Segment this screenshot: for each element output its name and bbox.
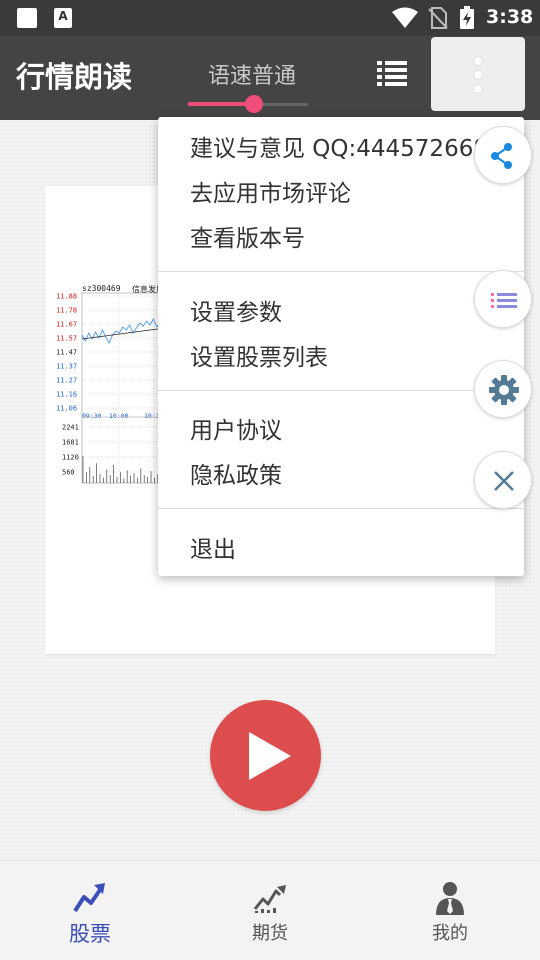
price-tick-label: 11.47 xyxy=(56,349,77,357)
price-tick-label: 11.67 xyxy=(56,321,77,329)
play-icon xyxy=(249,732,291,780)
stock-chart-svg: 11.88 11.78 11.67 11.57 11.47 11.37 11.27 11.16… xyxy=(56,293,164,484)
status-bar: A 3:38 xyxy=(0,0,540,36)
bottom-nav: 股票 期货 我的 xyxy=(0,860,540,960)
menu-item-user-agreement[interactable]: 用户协议 xyxy=(190,411,282,445)
wifi-icon xyxy=(392,7,418,28)
user-icon xyxy=(436,882,464,915)
menu-item-exit[interactable]: 退出 xyxy=(190,530,236,564)
volume-tick-label: 1120 xyxy=(62,454,79,462)
share-button[interactable] xyxy=(474,126,532,184)
list-icon xyxy=(491,293,517,308)
nav-label: 我的 xyxy=(432,923,468,944)
volume-tick-label: 1681 xyxy=(62,439,79,447)
more-options-button[interactable] xyxy=(431,37,525,111)
menu-item-privacy-policy[interactable]: 隐私政策 xyxy=(190,456,282,490)
no-sim-icon xyxy=(428,7,448,29)
nav-item-stocks[interactable]: 股票 xyxy=(0,861,180,960)
menu-divider xyxy=(158,390,524,391)
list-icon[interactable] xyxy=(372,56,412,90)
play-button[interactable] xyxy=(210,700,321,811)
more-dot-icon xyxy=(474,85,482,93)
battery-charging-icon xyxy=(460,6,474,29)
more-dot-icon xyxy=(474,71,482,79)
more-dot-icon xyxy=(474,57,482,65)
price-tick-label: 11.57 xyxy=(56,335,77,343)
chart-stock-code: sz300469 xyxy=(82,284,121,293)
nav-label: 期货 xyxy=(252,923,288,944)
price-tick-label: 11.37 xyxy=(56,363,77,371)
price-tick-label: 11.78 xyxy=(56,307,77,315)
volume-tick-label: 560 xyxy=(62,469,75,477)
menu-item-feedback[interactable]: 建议与意见 QQ:444572668 xyxy=(190,129,488,163)
menu-item-rate-app[interactable]: 去应用市场评论 xyxy=(190,174,351,208)
gear-icon xyxy=(489,375,519,405)
menu-item-version[interactable]: 查看版本号 xyxy=(190,219,305,253)
speech-speed-label: 语速普通 xyxy=(208,64,297,89)
nav-item-futures[interactable]: 期货 xyxy=(180,861,360,960)
chart-line-icon xyxy=(253,885,286,913)
status-time: 3:38 xyxy=(486,6,534,28)
app-bar: 行情朗读 语速普通 xyxy=(0,36,540,120)
menu-divider xyxy=(158,508,524,509)
overflow-menu: 建议与意见 QQ:444572668 去应用市场评论 查看版本号 设置参数 设置… xyxy=(158,117,524,576)
notification-square-icon xyxy=(17,8,37,28)
price-tick-label: 11.16 xyxy=(56,391,77,399)
stock-chart-preview: 11.88 11.78 11.67 11.57 11.47 11.37 11.27 11.16… xyxy=(54,283,164,488)
font-a-icon: A xyxy=(54,8,72,28)
list-menu-button[interactable] xyxy=(474,270,532,328)
price-tick-label: 11.27 xyxy=(56,377,77,385)
settings-button[interactable] xyxy=(474,360,532,418)
trend-up-icon xyxy=(73,883,105,913)
nav-item-mine[interactable]: 我的 xyxy=(360,861,540,960)
page-title: 行情朗读 xyxy=(16,60,133,94)
price-tick-label: 11.06 xyxy=(56,405,77,413)
menu-divider xyxy=(158,271,524,272)
close-icon xyxy=(494,471,514,491)
nav-label: 股票 xyxy=(69,922,111,946)
close-button[interactable] xyxy=(474,451,532,509)
volume-tick-label: 2241 xyxy=(62,424,79,432)
menu-item-settings[interactable]: 设置参数 xyxy=(190,293,282,327)
price-line xyxy=(81,318,161,344)
speed-slider-thumb[interactable] xyxy=(245,95,263,113)
menu-item-stock-list[interactable]: 设置股票列表 xyxy=(190,338,328,372)
share-icon xyxy=(477,138,513,174)
price-tick-label: 11.88 xyxy=(56,293,77,301)
time-tick-label: 09:30 xyxy=(82,412,102,420)
